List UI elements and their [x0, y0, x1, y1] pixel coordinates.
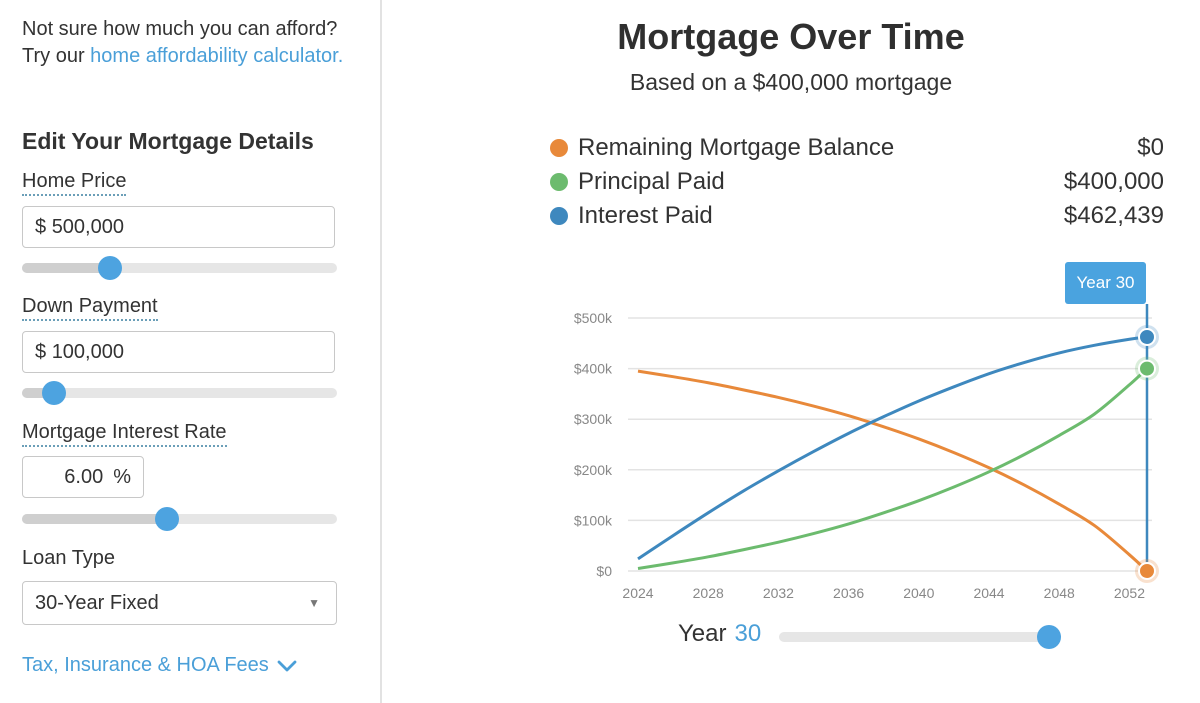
x-tick-label: 2032: [763, 585, 794, 601]
mortgage-details-panel: Not sure how much you can afford? Try ou…: [0, 0, 382, 703]
x-tick-label: 2024: [622, 585, 653, 601]
mortgage-chart-panel: Mortgage Over Time Based on a $400,000 m…: [382, 0, 1200, 703]
x-tick-label: 2052: [1114, 585, 1145, 601]
slider-fill: [22, 263, 111, 273]
y-tick-label: $400k: [574, 361, 613, 377]
interest-rate-label[interactable]: Mortgage Interest Rate: [22, 421, 227, 447]
currency-symbol: $: [35, 215, 47, 238]
interest-rate-input[interactable]: 6.00%: [22, 456, 144, 498]
slider-thumb[interactable]: [1037, 625, 1061, 649]
y-tick-label: $0: [596, 563, 612, 579]
interest-paid-marker: [1138, 328, 1156, 347]
x-tick-label: 2036: [833, 585, 864, 601]
x-tick-label: 2040: [903, 585, 934, 601]
fees-link-label: Tax, Insurance & HOA Fees: [22, 654, 269, 676]
slider-thumb[interactable]: [154, 507, 179, 531]
loan-type-label: Loan Type: [22, 547, 116, 569]
loan-type-select[interactable]: 30-Year Fixed ▼: [22, 581, 337, 625]
y-tick-label: $500k: [574, 310, 613, 326]
x-tick-label: 2028: [693, 585, 724, 601]
y-tick-label: $300k: [574, 411, 613, 427]
down-payment-label[interactable]: Down Payment: [22, 295, 158, 321]
year-value: 30: [734, 620, 762, 647]
chevron-down-icon: [277, 660, 297, 671]
caret-down-icon: ▼: [308, 596, 320, 610]
x-tick-label: 2044: [973, 585, 1004, 601]
section-heading: Edit Your Mortgage Details: [22, 128, 314, 154]
loan-type-value: 30-Year Fixed: [35, 591, 159, 614]
principal-paid-line: [637, 367, 1149, 570]
home-price-input[interactable]: $ 500,000: [22, 206, 335, 248]
interest-rate-value: 6.00: [64, 465, 104, 488]
x-tick-label: 2048: [1044, 585, 1075, 601]
year-slider[interactable]: [779, 625, 1061, 649]
y-tick-label: $100k: [574, 512, 613, 528]
down-payment-input[interactable]: $ 100,000: [22, 331, 335, 373]
interest-paid-line: [637, 335, 1148, 561]
affordability-intro: Not sure how much you can afford? Try ou…: [22, 16, 352, 70]
year-label: Year: [678, 620, 727, 647]
slider-thumb[interactable]: [41, 381, 66, 405]
year-tooltip: Year 30: [1065, 262, 1146, 304]
home-price-value: 500,000: [51, 215, 124, 238]
slider-fill: [22, 514, 167, 524]
affordability-calculator-link[interactable]: home affordability calculator.: [90, 45, 343, 67]
down-payment-slider[interactable]: [22, 381, 337, 405]
home-price-label[interactable]: Home Price: [22, 170, 127, 196]
down-payment-value: 100,000: [51, 340, 124, 363]
remaining-balance-marker: [1138, 562, 1156, 580]
fees-toggle-link[interactable]: Tax, Insurance & HOA Fees: [22, 654, 297, 677]
slider-thumb[interactable]: [98, 256, 123, 280]
remaining-balance-line: [637, 369, 1149, 573]
mortgage-line-chart[interactable]: $0 $100k $200k $300k $400k $500k 2024 2028 2032 2…: [382, 0, 1200, 620]
percent-symbol: %: [113, 465, 131, 488]
y-tick-label: $200k: [574, 462, 613, 478]
interest-rate-slider[interactable]: [22, 507, 337, 531]
home-price-slider[interactable]: [22, 256, 337, 280]
year-selector-label: Year 30: [678, 620, 761, 648]
currency-symbol: $: [35, 340, 47, 363]
principal-paid-marker: [1138, 359, 1156, 378]
